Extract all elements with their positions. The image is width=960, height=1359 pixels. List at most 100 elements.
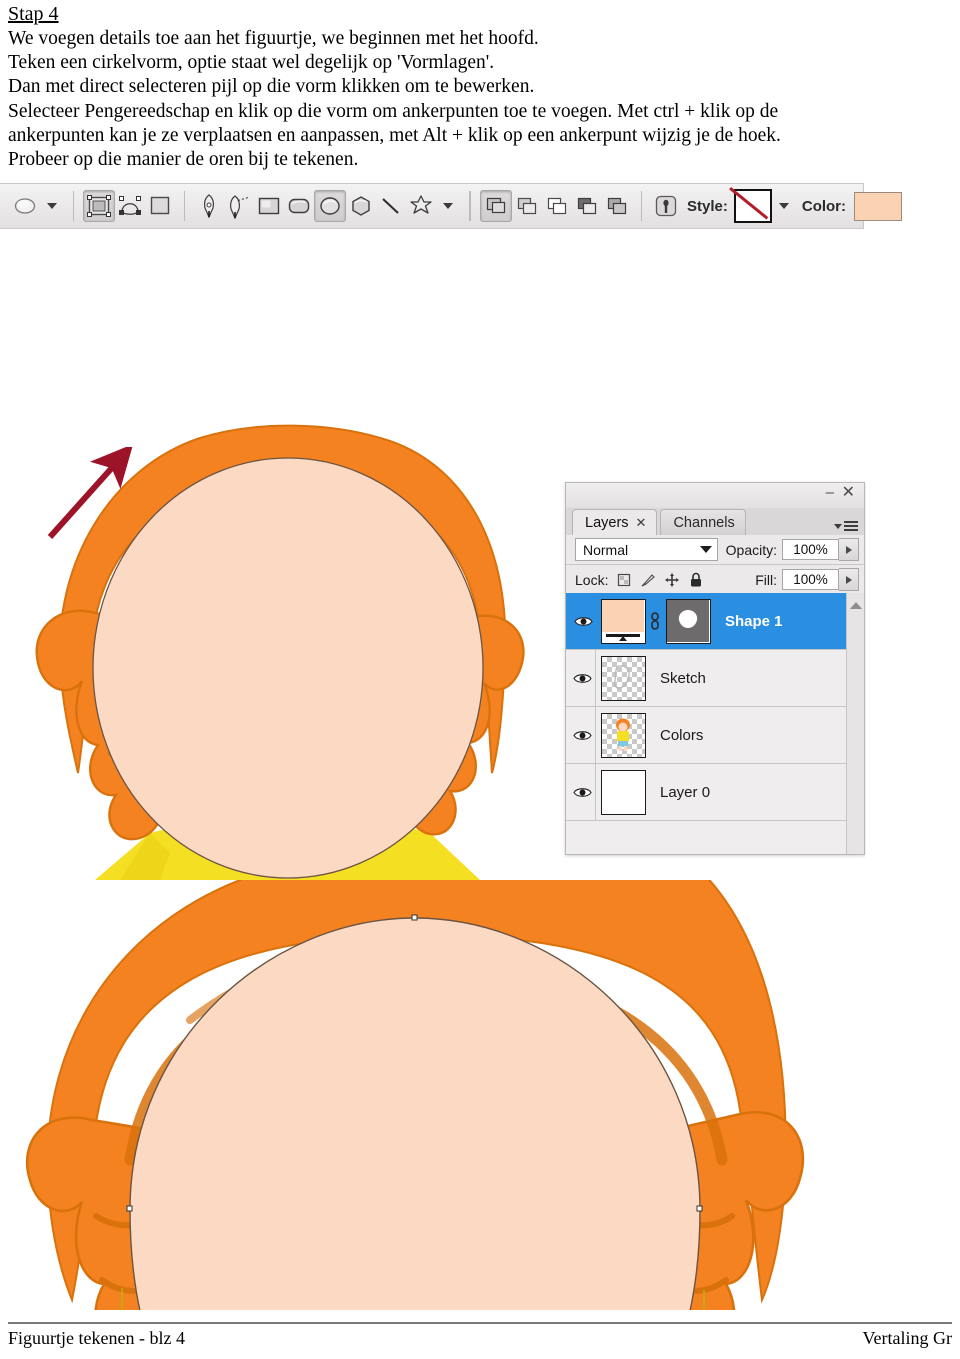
- link-icon[interactable]: [650, 610, 660, 632]
- line-tool-button[interactable]: [376, 191, 406, 221]
- fill-pixels-icon: [150, 196, 170, 215]
- panel-menu-icon: [844, 519, 858, 533]
- panel-menu-caret-icon: [834, 523, 842, 529]
- layer-list: Shape 1 Sketch Colors Layer 0: [566, 593, 864, 854]
- exclude-overlapping-areas-button[interactable]: [572, 191, 602, 221]
- layers-panel-titlebar: – ✕: [566, 483, 864, 508]
- add-shape-area-icon: [486, 197, 506, 214]
- scroll-up-icon[interactable]: [849, 602, 862, 609]
- layer-row-shape-1[interactable]: Shape 1: [566, 593, 864, 650]
- subtract-from-shape-area-button[interactable]: [512, 191, 542, 221]
- style-label: Style:: [687, 197, 728, 215]
- intersect-shape-areas-button[interactable]: [542, 191, 572, 221]
- ellipse-tool-button[interactable]: [314, 190, 346, 222]
- pen-icon: [204, 194, 214, 219]
- instruction-line-2: Teken een cirkelvorm, optie staat wel de…: [8, 52, 495, 74]
- paths-button[interactable]: [115, 191, 145, 221]
- eye-icon: [573, 616, 593, 626]
- eye-icon: [573, 673, 592, 683]
- tool-preset-caret-icon[interactable]: [47, 203, 57, 209]
- opacity-label: Opacity:: [725, 541, 777, 558]
- custom-shape-caret-icon[interactable]: [443, 203, 453, 209]
- eye-icon: [573, 730, 592, 740]
- lock-position-icon[interactable]: [664, 572, 680, 588]
- figure-head-before-ears-art: [35, 424, 525, 880]
- layer-row-sketch[interactable]: Sketch: [566, 650, 864, 707]
- line-icon: [382, 198, 399, 214]
- lock-fill-row: Lock: Fill: 100%: [566, 565, 864, 595]
- style-caret-icon[interactable]: [778, 203, 789, 209]
- layer-visibility-toggle-shape-1[interactable]: [570, 593, 596, 649]
- exclude-overlapping-areas-icon: [577, 197, 597, 215]
- shape-fill-thumbnail: [602, 599, 644, 642]
- lock-image-pixels-icon[interactable]: [640, 572, 656, 588]
- toolbar-separator-2: [184, 191, 185, 221]
- shape-layers-button[interactable]: [83, 190, 115, 222]
- tab-close-icon[interactable]: ✕: [636, 515, 647, 531]
- minimize-icon[interactable]: –: [826, 485, 834, 500]
- layer-name-colors: Colors: [660, 726, 704, 744]
- blend-mode-select[interactable]: Normal: [575, 538, 718, 561]
- geometry-options-button[interactable]: [651, 191, 681, 221]
- character-thumbnail: [616, 718, 630, 751]
- polygon-tool-button[interactable]: [346, 191, 376, 221]
- tab-layers[interactable]: Layers ✕: [572, 509, 658, 535]
- freeform-pen-tool-button[interactable]: [224, 191, 254, 221]
- sketch-thumbnail: [614, 664, 630, 689]
- custom-shape-tool-button[interactable]: [406, 191, 436, 221]
- fill-slider-button[interactable]: [839, 568, 859, 591]
- footer: Figuurtje tekenen - blz 4 Vertaling Gr: [8, 1328, 952, 1349]
- layer-thumbnail-shape-1[interactable]: [601, 598, 646, 644]
- add-to-shape-area-button[interactable]: [480, 190, 512, 222]
- color-swatch[interactable]: [854, 191, 903, 221]
- rectangle-tool-button[interactable]: [254, 191, 284, 221]
- opacity-input[interactable]: 100%: [782, 539, 839, 560]
- layer-name-shape-1: Shape 1: [725, 612, 783, 630]
- footer-right-text: Vertaling Gr: [862, 1328, 952, 1348]
- rectangle-icon: [258, 197, 280, 215]
- blend-mode-value: Normal: [583, 541, 629, 558]
- shape-layers-icon: [87, 195, 111, 217]
- combine-shape-button[interactable]: [602, 191, 632, 221]
- vector-mask-thumbnail: [667, 599, 709, 642]
- custom-shape-icon: [410, 195, 432, 214]
- instruction-line-4: Selecteer Pengereedschap en klik op die …: [8, 100, 779, 122]
- fill-label: Fill:: [755, 571, 777, 588]
- layers-scrollbar[interactable]: [846, 593, 864, 854]
- lock-transparent-pixels-icon[interactable]: [616, 572, 632, 588]
- fill-pixels-button[interactable]: [145, 191, 175, 221]
- toolbar-separator: [73, 191, 74, 221]
- layer-row-colors[interactable]: Colors: [566, 707, 864, 764]
- layer-visibility-toggle-sketch[interactable]: [570, 650, 596, 706]
- page-title: Stap 4: [8, 3, 59, 25]
- panel-menu-button[interactable]: [834, 519, 858, 533]
- layer-visibility-toggle-colors[interactable]: [570, 707, 596, 763]
- rounded-rectangle-tool-button[interactable]: [284, 191, 314, 221]
- close-icon[interactable]: ✕: [842, 485, 855, 501]
- tab-channels-label: Channels: [673, 514, 735, 531]
- layer-thumbnail-layer-0[interactable]: [601, 769, 646, 815]
- style-swatch[interactable]: [733, 189, 772, 223]
- lock-all-icon[interactable]: [688, 572, 704, 588]
- fill-input[interactable]: 100%: [782, 569, 839, 590]
- toolbar-separator-5: [641, 191, 642, 221]
- layer-vector-mask-shape-1[interactable]: [666, 598, 711, 644]
- layer-row-layer-0[interactable]: Layer 0: [566, 764, 864, 821]
- tool-preset-picker[interactable]: [10, 191, 40, 221]
- pen-tool-button[interactable]: [194, 191, 224, 221]
- tab-channels[interactable]: Channels: [660, 509, 746, 535]
- footer-divider: [8, 1322, 952, 1324]
- blend-opacity-row: Normal Opacity: 100%: [566, 535, 864, 565]
- chevron-down-icon: [699, 546, 712, 553]
- figure-head-with-ears-art: [25, 880, 805, 1310]
- opacity-slider-button[interactable]: [839, 538, 859, 561]
- lock-icon-group: [616, 572, 704, 588]
- figure-head-with-ears: [0, 880, 866, 1310]
- instruction-line-3: Dan met direct selecteren pijl op die vo…: [8, 76, 535, 98]
- layer-visibility-toggle-layer-0[interactable]: [570, 764, 596, 820]
- paths-icon: [119, 196, 141, 215]
- layer-thumbnail-sketch[interactable]: [601, 655, 646, 701]
- layer-thumbnail-colors[interactable]: [601, 712, 646, 758]
- link-icon-glyph: [651, 612, 659, 630]
- instructions-block: Stap 4 We voegen details toe aan het fig…: [8, 2, 952, 172]
